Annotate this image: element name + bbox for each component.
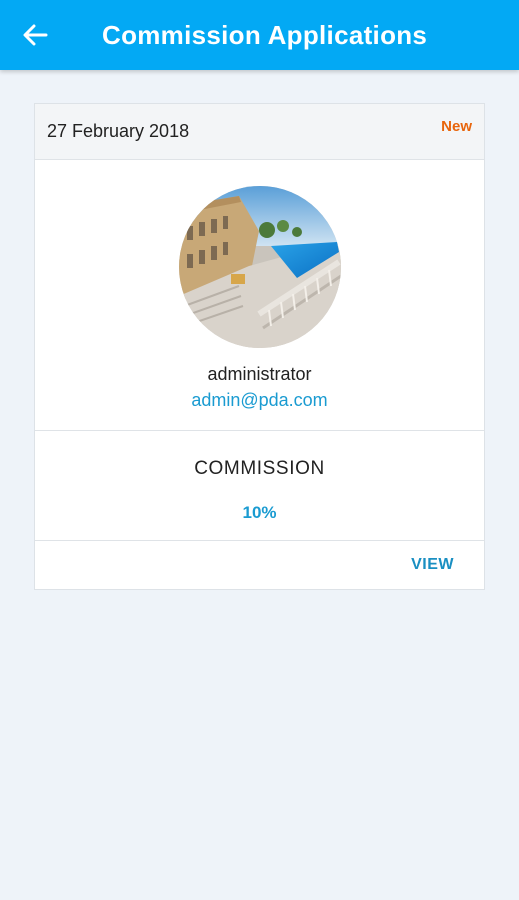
back-button[interactable] (14, 17, 56, 53)
arrow-left-icon[interactable] (22, 24, 48, 46)
card-actions: VIEW (35, 541, 484, 589)
card-header: 27 February 2018 New (35, 104, 484, 160)
commission-value: 10% (242, 503, 277, 522)
profile-section: administrator admin@pda.com (35, 160, 484, 431)
commission-label: COMMISSION (194, 458, 325, 479)
avatar (179, 186, 341, 348)
status-badge: New (441, 118, 472, 135)
commission-section: COMMISSION 10% (35, 431, 484, 541)
app-bar: Commission Applications (0, 0, 519, 70)
avatar-photo (179, 186, 341, 348)
page-title: Commission Applications (102, 20, 428, 50)
application-date: 27 February 2018 (47, 121, 190, 141)
user-name: administrator (207, 364, 312, 384)
view-button[interactable]: VIEW (411, 556, 454, 574)
user-email[interactable]: admin@pda.com (35, 390, 484, 411)
commission-application-card[interactable]: 27 February 2018 New administrator admin… (34, 103, 485, 590)
